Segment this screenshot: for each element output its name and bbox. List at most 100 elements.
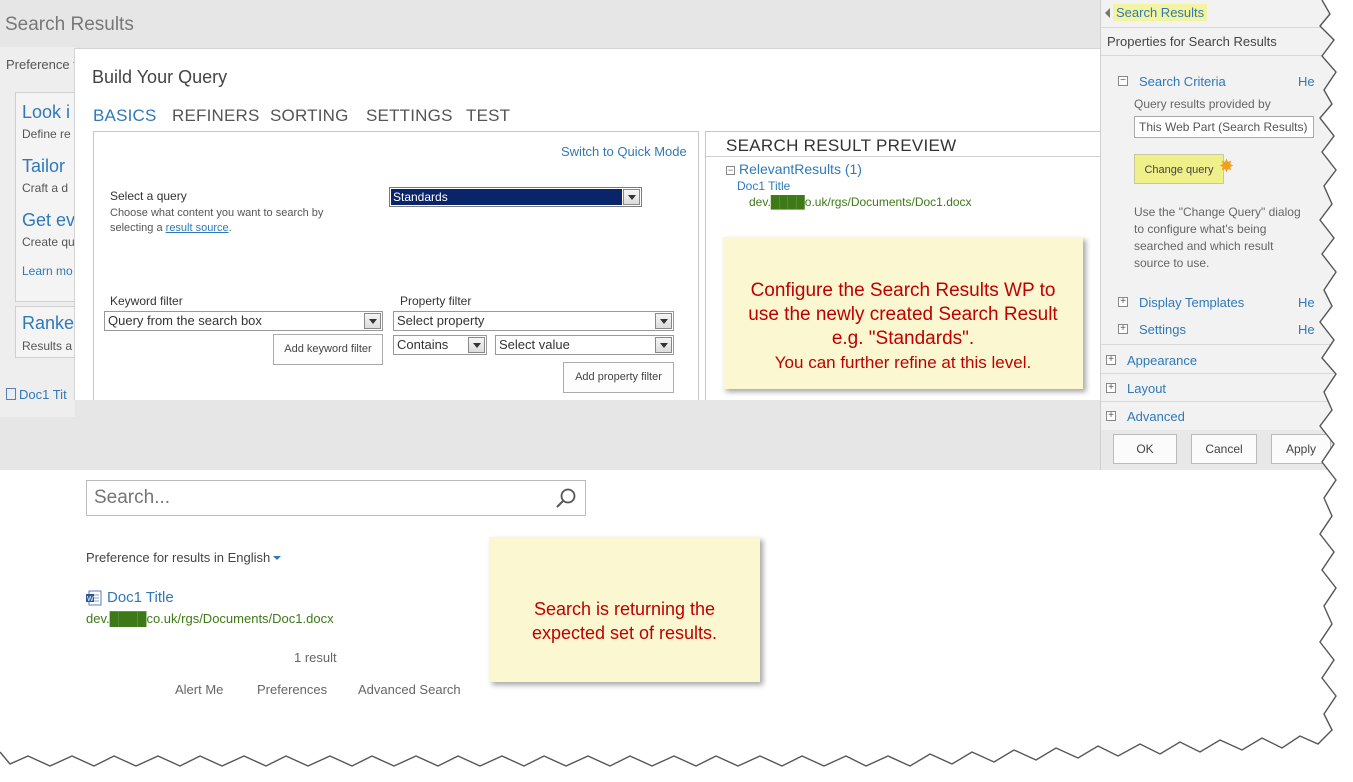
search-icon[interactable] (555, 487, 577, 509)
value-dropdown[interactable]: Select value (495, 335, 674, 355)
select-query-value: Standards (391, 189, 622, 205)
tab-settings[interactable]: SETTINGS (366, 106, 453, 126)
chevron-down-icon[interactable] (273, 556, 282, 560)
divider (1101, 401, 1334, 402)
expand-icon[interactable]: + (1106, 355, 1116, 365)
background-card-heading[interactable]: Tailor (22, 156, 74, 177)
query-provider-dropdown[interactable]: This Web Part (Search Results) (1134, 116, 1314, 138)
search-box[interactable] (86, 480, 586, 516)
operator-dropdown[interactable]: Contains (393, 335, 487, 355)
word-doc-icon (6, 388, 16, 400)
display-templates-section[interactable]: Display Templates (1139, 295, 1244, 310)
note-line: expected set of results. (531, 623, 718, 643)
relevant-results-group[interactable]: − RelevantResults (1) (726, 161, 862, 177)
background-doc-title: Doc1 Tit (19, 387, 67, 402)
divider (1101, 27, 1334, 28)
property-filter-label: Property filter (400, 294, 472, 308)
result-title-link[interactable]: Doc1 Title (107, 589, 174, 606)
background-rank-heading[interactable]: Ranke (22, 313, 74, 334)
background-card-heading[interactable]: Get ev (22, 210, 74, 231)
result-url: dev.████co.uk/rgs/Documents/Doc1.docx (86, 611, 334, 626)
result-source-link[interactable]: result source (166, 222, 229, 234)
advanced-search-link[interactable]: Advanced Search (358, 682, 461, 697)
help-link[interactable]: He (1298, 295, 1315, 310)
property-filter-dropdown[interactable]: Select property (393, 311, 674, 331)
note-text: Configure the Search Results WP to use t… (723, 279, 1083, 375)
chevron-down-icon[interactable] (655, 313, 672, 329)
background-preference-label: Preference f (6, 57, 77, 72)
expand-icon[interactable]: + (1118, 324, 1128, 334)
select-query-dropdown[interactable]: Standards (389, 187, 642, 207)
add-keyword-filter-button[interactable]: Add keyword filter (273, 334, 383, 365)
expand-icon[interactable]: + (1106, 411, 1116, 421)
background-card-sub: Craft a d (22, 181, 69, 195)
search-input[interactable] (87, 481, 547, 515)
add-property-filter-button[interactable]: Add property filter (563, 362, 674, 393)
callout-note-results: Search is returning the expected set of … (489, 537, 760, 682)
note-line: e.g. "Standards". (831, 328, 975, 349)
settings-section[interactable]: Settings (1139, 322, 1186, 337)
cursor-sparkle-icon: ✸ (1219, 156, 1235, 176)
layout-section[interactable]: Layout (1127, 381, 1166, 396)
screenshot-canvas: { "background_page": { "title": "Search … (0, 0, 1353, 782)
collapse-left-icon[interactable] (1105, 8, 1110, 18)
divider (1101, 344, 1334, 345)
note-line: Configure the Search Results WP to (750, 280, 1056, 301)
page-title: Search Results (5, 14, 134, 35)
help-link[interactable]: He (1298, 74, 1315, 89)
basics-panel (93, 131, 699, 400)
select-query-label: Select a query (110, 189, 187, 203)
ok-button[interactable]: OK (1113, 434, 1177, 464)
tool-pane: Search Results Properties for Search Res… (1100, 0, 1334, 470)
properties-title: Properties for Search Results (1107, 34, 1277, 49)
apply-button[interactable]: Apply (1271, 434, 1331, 464)
search-criteria-section[interactable]: Search Criteria (1139, 74, 1226, 89)
learn-more-link[interactable]: Learn mo (22, 264, 74, 278)
tab-sorting[interactable]: SORTING (270, 106, 349, 126)
note-line: use the newly created Search Result (748, 304, 1058, 325)
keyword-filter-value: Query from the search box (108, 313, 262, 328)
switch-quick-mode-link[interactable]: Switch to Quick Mode (561, 144, 687, 159)
operator-value: Contains (397, 337, 449, 352)
keyword-filter-label: Keyword filter (110, 294, 183, 308)
cancel-button[interactable]: Cancel (1191, 434, 1257, 464)
keyword-filter-dropdown[interactable]: Query from the search box (104, 311, 383, 331)
appearance-section[interactable]: Appearance (1127, 353, 1197, 368)
note-line: You can further refine at this level. (774, 353, 1032, 372)
change-query-button[interactable]: Change query (1134, 154, 1224, 184)
preferences-link[interactable]: Preferences (257, 682, 327, 697)
divider (1101, 373, 1334, 374)
advanced-section[interactable]: Advanced (1127, 409, 1185, 424)
collapse-icon[interactable]: − (726, 166, 735, 175)
collapse-icon[interactable]: − (1118, 76, 1128, 86)
chevron-down-icon[interactable] (364, 313, 381, 329)
tab-refiners[interactable]: REFINERS (172, 106, 260, 126)
chevron-down-icon[interactable] (468, 337, 485, 353)
background-card-sub: Create qu (22, 235, 74, 249)
word-doc-icon: W (86, 590, 102, 606)
callout-note-configure: Configure the Search Results WP to use t… (723, 237, 1083, 389)
background-card-heading[interactable]: Look i (22, 102, 74, 123)
background-rank-sub: Results a (22, 339, 73, 353)
expand-icon[interactable]: + (1106, 383, 1116, 393)
language-preference[interactable]: Preference for results in English (86, 550, 282, 565)
preview-divider (706, 156, 1104, 157)
alert-me-link[interactable]: Alert Me (175, 682, 223, 697)
preview-doc-title[interactable]: Doc1 Title (737, 179, 790, 193)
tab-basics[interactable]: BASICS (93, 106, 157, 126)
expand-icon[interactable]: + (1118, 297, 1128, 307)
background-doc-link[interactable]: Doc1 Tit (6, 387, 74, 402)
background-card-sub: Define re (22, 127, 71, 141)
tab-test[interactable]: TEST (466, 106, 510, 126)
preview-doc-url: dev.████o.uk/rgs/Documents/Doc1.docx (749, 195, 972, 209)
dialog-title: Build Your Query (92, 67, 228, 87)
change-query-description: Use the "Change Query" dialog to configu… (1134, 205, 1301, 270)
select-query-description: Choose what content you want to search b… (110, 207, 324, 234)
chevron-down-icon[interactable] (655, 337, 672, 353)
chevron-down-icon[interactable] (623, 189, 640, 205)
svg-text:W: W (87, 596, 94, 603)
result-count: 1 result (294, 650, 337, 665)
help-link[interactable]: He (1298, 322, 1315, 337)
language-preference-text: Preference for results in English (86, 550, 271, 565)
note-text: Search is returning the expected set of … (489, 597, 760, 645)
